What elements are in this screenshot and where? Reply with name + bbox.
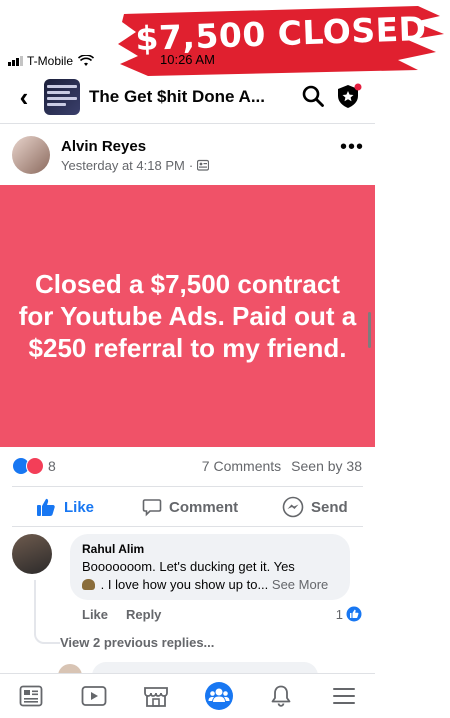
tab-marketplace[interactable]	[136, 676, 176, 716]
status-bar: T-Mobile	[8, 52, 95, 70]
see-more-link[interactable]: See More	[272, 577, 328, 592]
commenter-avatar[interactable]	[12, 534, 52, 574]
more-options-icon[interactable]: •••	[340, 136, 364, 159]
author-meta: Alvin Reyes Yesterday at 4:18 PM ·	[61, 138, 210, 173]
reaction-count[interactable]: 8	[48, 458, 56, 474]
group-privacy-icon	[197, 159, 210, 171]
comment-label: Comment	[169, 498, 239, 516]
comments-count[interactable]: 7 Comments	[202, 458, 281, 474]
post-stats-row: 8 7 Comments Seen by 38	[12, 456, 362, 476]
like-label: Like	[64, 498, 95, 516]
author-avatar[interactable]	[12, 136, 50, 174]
bottom-tab-bar	[0, 673, 375, 718]
like-button[interactable]: Like	[36, 497, 94, 517]
post-author-row: Alvin Reyes Yesterday at 4:18 PM ·	[12, 136, 210, 174]
comment-reaction-number: 1	[335, 606, 343, 622]
post-background-card: Closed a $7,500 contract for Youtube Ads…	[0, 185, 375, 447]
post-timestamp-row: Yesterday at 4:18 PM ·	[61, 157, 210, 173]
post-body: Closed a $7,500 contract for Youtube Ads…	[18, 269, 357, 363]
post-actions-row: Like Comment Send	[0, 493, 375, 521]
carrier-label: T-Mobile	[27, 54, 74, 68]
reply-thread-line	[34, 580, 60, 644]
love-reaction-icon	[26, 457, 44, 475]
comment-reply-button[interactable]: Reply	[126, 607, 161, 622]
search-icon[interactable]	[301, 84, 325, 108]
send-label: Send	[311, 498, 348, 516]
comment-text-line1: Booooooom. Let's ducking get it. Yes	[82, 559, 295, 574]
groups-icon	[204, 682, 233, 710]
comment-like-button[interactable]: Like	[82, 607, 108, 622]
duck-emoji-icon	[82, 579, 95, 590]
post-timestamp[interactable]: Yesterday at 4:18 PM	[61, 158, 185, 173]
thumbs-up-icon	[37, 498, 55, 516]
notifications-icon	[271, 685, 291, 707]
watch-icon	[81, 686, 107, 706]
clock: 10:26 AM	[160, 52, 215, 67]
group-thumbnail[interactable]	[44, 79, 80, 115]
actions-divider	[12, 526, 363, 527]
group-title[interactable]: The Get $hit Done A...	[89, 87, 265, 107]
view-previous-replies[interactable]: View 2 previous replies...	[60, 635, 214, 650]
signal-icon	[8, 56, 23, 66]
back-arrow-icon[interactable]: ‹	[6, 82, 42, 113]
meta-separator: ·	[188, 157, 194, 173]
comment-icon	[142, 499, 162, 517]
like-reaction-icon	[346, 606, 362, 622]
tab-feed[interactable]	[11, 676, 51, 716]
seen-by-count[interactable]: Seen by 38	[291, 458, 362, 474]
comment-text-line2: . I love how you show up to...	[100, 577, 269, 592]
author-name[interactable]: Alvin Reyes	[61, 138, 209, 155]
stats-divider	[12, 486, 363, 487]
comment-bubble[interactable]: Rahul Alim Booooooom. Let's ducking get …	[70, 534, 350, 600]
messenger-icon	[282, 496, 304, 518]
tab-watch[interactable]	[74, 676, 114, 716]
comment-reaction-count[interactable]: 1	[336, 606, 362, 622]
wifi-icon	[78, 55, 95, 66]
admin-shield-icon[interactable]	[335, 82, 363, 110]
commenter-name[interactable]: Rahul Alim	[82, 542, 338, 556]
tab-menu[interactable]	[324, 676, 364, 716]
header-divider	[0, 123, 375, 124]
menu-icon	[332, 688, 355, 704]
group-header: ‹ The Get $hit Done A...	[0, 72, 375, 122]
reaction-icons[interactable]	[12, 457, 44, 475]
feed-icon	[19, 685, 43, 707]
marketplace-icon	[144, 687, 169, 707]
send-button[interactable]: Send	[282, 496, 348, 518]
comment-text: Booooooom. Let's ducking get it. Yes . I…	[82, 558, 338, 594]
tab-notifications[interactable]	[261, 676, 301, 716]
comment-button[interactable]: Comment	[142, 497, 238, 517]
scroll-indicator	[368, 312, 371, 348]
tab-groups[interactable]	[199, 676, 239, 716]
comment-actions: Like Reply 1	[70, 606, 362, 622]
